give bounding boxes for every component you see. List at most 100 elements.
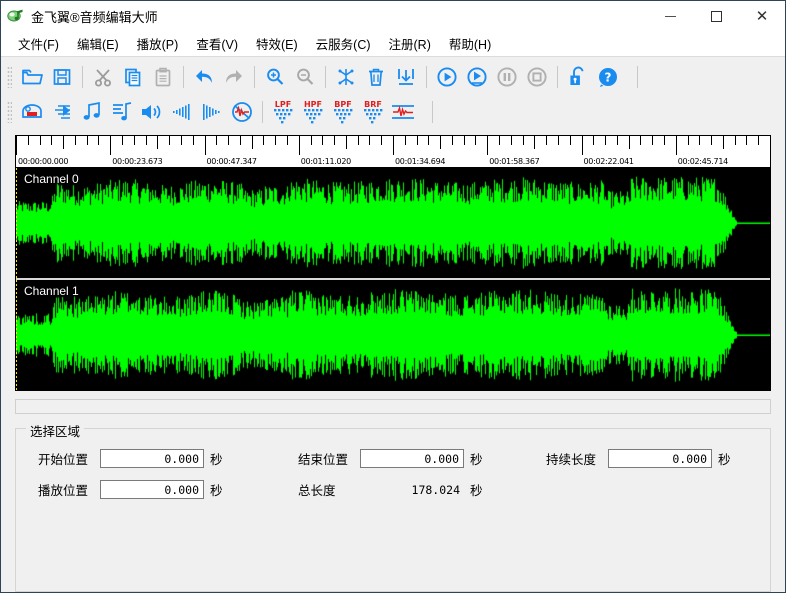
volume-icon — [140, 102, 164, 122]
duration-length-field: 持续长度 秒 — [546, 449, 760, 468]
start-position-label: 开始位置 — [38, 449, 100, 468]
menu-edit[interactable]: 编辑(E) — [68, 31, 128, 56]
ruler-label: 00:02:22.041 — [584, 157, 634, 166]
toolbar-separator — [183, 66, 184, 88]
svg-text:LPF: LPF — [275, 100, 291, 109]
noise-reduction-button[interactable] — [227, 97, 257, 127]
band-pass-filter-button[interactable]: BPF — [328, 97, 358, 127]
fade-in-icon — [170, 102, 194, 122]
play-selection-button[interactable] — [462, 62, 492, 92]
cut-button[interactable] — [88, 62, 118, 92]
total-length-value: 178.024 — [360, 483, 464, 497]
close-icon: ✕ — [756, 9, 769, 24]
volume-button[interactable] — [137, 97, 167, 127]
record-button[interactable] — [17, 97, 47, 127]
save-file-button[interactable] — [47, 62, 77, 92]
toolbar-separator — [325, 66, 326, 88]
menu-view[interactable]: 查看(V) — [187, 31, 247, 56]
duration-length-input[interactable] — [608, 449, 712, 468]
close-button[interactable]: ✕ — [739, 1, 785, 31]
end-position-label: 结束位置 — [298, 449, 360, 468]
low-pass-filter-button[interactable]: LPF — [268, 97, 298, 127]
maximize-button[interactable] — [693, 1, 739, 31]
playhead-cursor[interactable] — [16, 280, 17, 390]
high-pass-filter-button[interactable]: HPF — [298, 97, 328, 127]
menu-cloud[interactable]: 云服务(C) — [307, 31, 380, 56]
toolbar-grip[interactable] — [7, 66, 12, 88]
copy-button[interactable] — [118, 62, 148, 92]
low-pass-filter-icon: LPF — [269, 99, 297, 125]
selection-fields: 开始位置 秒 结束位置 秒 持续长度 秒 播放位置 秒 总长度 — [26, 445, 760, 499]
toolbar-separator — [432, 101, 433, 123]
undo-button[interactable] — [189, 62, 219, 92]
band-reject-filter-icon: BRF — [359, 99, 387, 125]
speed-change-icon — [50, 102, 74, 122]
channel-1-pane[interactable]: Channel 1 — [16, 278, 770, 390]
horizontal-scrollbar[interactable] — [15, 399, 771, 414]
start-position-field: 开始位置 秒 — [38, 449, 298, 468]
menu-effects[interactable]: 特效(E) — [247, 31, 307, 56]
redo-button[interactable] — [219, 62, 249, 92]
normalize-button[interactable] — [388, 97, 418, 127]
zoom-in-button[interactable] — [260, 62, 290, 92]
zoom-out-icon — [295, 67, 315, 87]
spacer-cell — [546, 480, 760, 499]
channel-1-waveform[interactable] — [16, 280, 770, 390]
export-selection-button[interactable] — [391, 62, 421, 92]
play-position-input[interactable] — [100, 480, 204, 499]
delete-button[interactable] — [361, 62, 391, 92]
channel-0-pane[interactable]: Channel 0 — [16, 168, 770, 278]
stop-button[interactable] — [522, 62, 552, 92]
music-note-app-icon — [7, 7, 25, 25]
playhead-cursor[interactable] — [16, 168, 17, 278]
fade-in-button[interactable] — [167, 97, 197, 127]
menu-play[interactable]: 播放(P) — [128, 31, 188, 56]
speed-change-button[interactable] — [47, 97, 77, 127]
stop-icon — [526, 66, 548, 88]
open-file-button[interactable] — [17, 62, 47, 92]
toolbar-grip[interactable] — [7, 101, 12, 123]
svg-text:BPF: BPF — [334, 100, 351, 109]
unlock-button[interactable] — [563, 62, 593, 92]
menu-register[interactable]: 注册(R) — [380, 31, 440, 56]
fade-out-button[interactable] — [197, 97, 227, 127]
pitch-shift-icon — [110, 101, 134, 123]
maximize-icon — [711, 11, 722, 22]
toolbar-separator — [254, 66, 255, 88]
pause-icon — [496, 66, 518, 88]
zoom-out-button[interactable] — [290, 62, 320, 92]
total-length-unit: 秒 — [470, 480, 483, 499]
svg-text:BRF: BRF — [364, 100, 382, 109]
ruler-label: 00:01:11.020 — [301, 157, 351, 166]
ruler-label: 00:01:34.694 — [395, 157, 445, 166]
selection-group: 选择区域 开始位置 秒 结束位置 秒 持续长度 秒 播放位置 秒 — [15, 428, 771, 592]
ruler-label: 00:02:45.714 — [678, 157, 728, 166]
menu-help[interactable]: 帮助(H) — [440, 31, 500, 56]
menu-file[interactable]: 文件(F) — [9, 31, 68, 56]
end-position-input[interactable] — [360, 449, 464, 468]
channel-0-waveform[interactable] — [16, 168, 770, 278]
minimize-button[interactable] — [647, 1, 693, 31]
redo-icon — [223, 67, 245, 87]
band-pass-filter-icon: BPF — [329, 99, 357, 125]
toolbar-separator — [637, 66, 638, 88]
end-position-unit: 秒 — [470, 449, 483, 468]
paste-icon — [153, 67, 173, 87]
trim-selection-button[interactable] — [331, 62, 361, 92]
play-button[interactable] — [432, 62, 462, 92]
start-position-unit: 秒 — [210, 449, 223, 468]
pause-button[interactable] — [492, 62, 522, 92]
band-reject-filter-button[interactable]: BRF — [358, 97, 388, 127]
channel-1-label: Channel 1 — [24, 284, 79, 298]
duration-length-label: 持续长度 — [546, 449, 608, 468]
music-notes-button[interactable] — [77, 97, 107, 127]
zoom-in-icon — [265, 67, 285, 87]
paste-button[interactable] — [148, 62, 178, 92]
toolbar-separator — [262, 101, 263, 123]
pitch-shift-button[interactable] — [107, 97, 137, 127]
menu-bar: 文件(F) 编辑(E) 播放(P) 查看(V) 特效(E) 云服务(C) 注册(… — [1, 31, 785, 57]
help-button[interactable]: ? — [593, 62, 623, 92]
timeline-ruler[interactable]: 00:00:00.00000:00:23.67300:00:47.34700:0… — [15, 135, 771, 167]
start-position-input[interactable] — [100, 449, 204, 468]
play-position-field: 播放位置 秒 — [38, 480, 298, 499]
